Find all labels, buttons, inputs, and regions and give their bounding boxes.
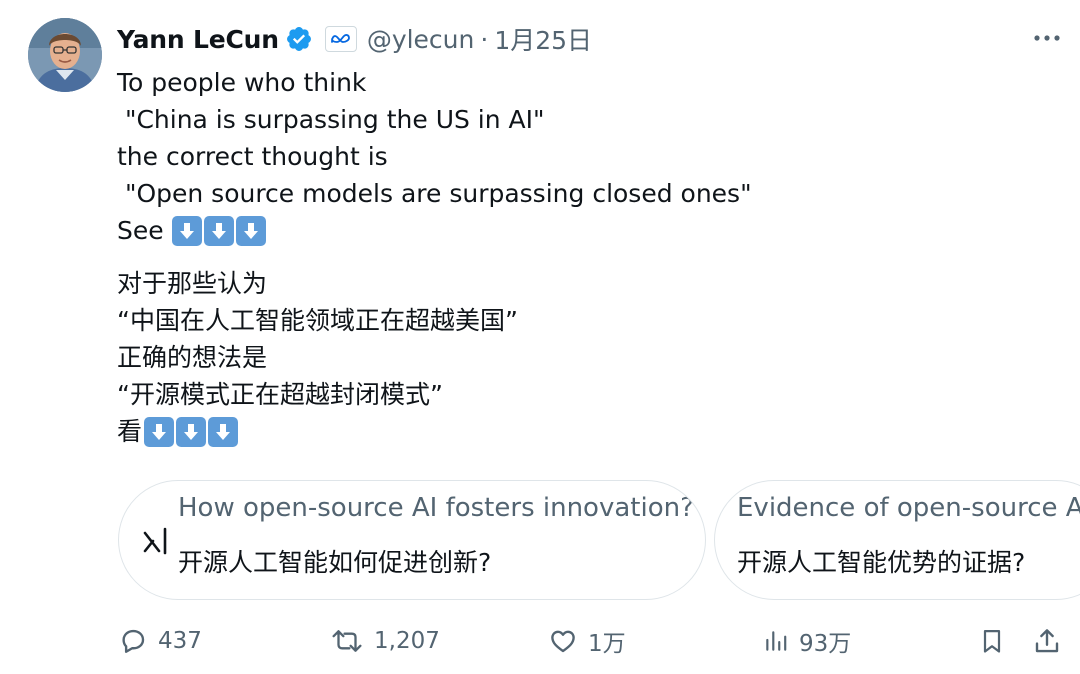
author-name[interactable]: Yann LeCun [117,25,279,54]
action-bar: 437 1,207 1万 93万 [0,618,1080,664]
grok-logo-icon [141,525,173,557]
separator-dot: · [480,24,489,54]
text-line-see: See [117,212,1017,249]
reply-icon [118,626,148,656]
heart-icon [548,626,578,656]
text-line-zh: 对于那些认为 [117,269,268,298]
author-handle[interactable]: @ylecun [367,25,475,54]
views-button[interactable]: 93万 [763,618,851,664]
see-label: See [117,216,164,245]
kan-label: 看 [117,417,143,446]
meta-logo-icon[interactable] [324,26,357,52]
retweet-count: 1,207 [374,628,440,654]
down-arrow-icon [144,416,175,447]
down-arrow-icon [235,215,266,246]
down-arrow-emoji-group [171,215,268,246]
bookmark-icon [978,626,1006,656]
card-question: How open-source AI fosters innovation? [178,493,694,523]
views-bar-chart-icon [763,628,789,654]
grok-card[interactable]: How open-source AI fosters innovation? 开… [118,480,706,600]
down-arrow-icon [176,416,207,447]
verified-badge-icon[interactable] [285,25,313,53]
views-count: 93万 [799,631,852,657]
reply-button[interactable]: 437 [118,618,202,664]
down-arrow-icon [208,416,239,447]
retweet-icon [330,626,364,656]
text-line: the correct thought is [117,142,388,171]
tweet-header: Yann LeCun @ylecun · 1月25日 [117,20,592,58]
text-line-zh: 正确的想法是 [117,343,268,372]
card-answer: 开源人工智能优势的证据? [737,548,1026,577]
text-line-zh: “开源模式正在超越封闭模式” [117,380,443,409]
card-answer: 开源人工智能如何促进创新? [178,548,492,577]
down-arrow-icon [171,215,202,246]
retweet-button[interactable]: 1,207 [330,618,440,664]
like-button[interactable]: 1万 [548,618,626,664]
text-line: "Open source models are surpassing close… [117,179,752,208]
card-question: Evidence of open-source AI advantages [737,493,1080,523]
grok-card[interactable]: Evidence of open-source AI advantages 开源… [714,480,1080,600]
share-button[interactable] [1032,618,1062,664]
down-arrow-icon [203,215,234,246]
down-arrow-emoji-group [144,416,240,447]
text-line-zh: “中国在人工智能领域正在超越美国” [117,306,518,335]
post-date[interactable]: 1月25日 [494,21,592,57]
text-line-kan: 看 [117,413,1017,450]
like-count: 1万 [588,631,626,657]
avatar[interactable] [28,18,102,92]
text-line: To people who think [117,68,367,97]
bookmark-button[interactable] [978,618,1006,664]
share-icon [1032,626,1062,656]
more-options-icon[interactable] [1030,24,1064,52]
text-line: "China is surpassing the US in AI" [117,105,545,134]
reply-count: 437 [158,628,202,654]
tweet-text: To people who think "China is surpassing… [117,64,1017,450]
